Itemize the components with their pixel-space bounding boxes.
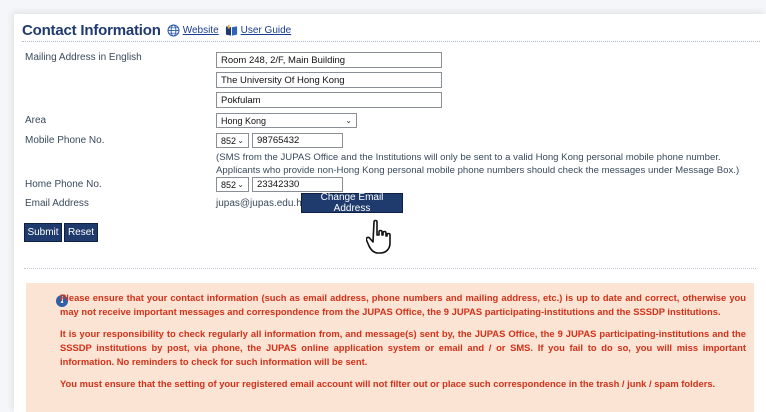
home-code-value: 852: [221, 179, 237, 190]
submit-button[interactable]: Submit: [25, 224, 61, 241]
mobile-number-input[interactable]: [252, 133, 343, 148]
email-address-label: Email Address: [25, 198, 89, 209]
mobile-phone-label: Mobile Phone No.: [25, 135, 105, 146]
user-guide-link[interactable]: User Guide: [225, 24, 292, 37]
area-select[interactable]: Hong Kong ⌄: [216, 113, 357, 128]
home-phone-label: Home Phone No.: [25, 179, 102, 190]
hand-pointer-icon: [365, 219, 406, 260]
home-country-code-select[interactable]: 852 ⌄: [216, 177, 249, 192]
page-title: Contact Information: [22, 22, 161, 39]
address-line-2-input[interactable]: [216, 72, 442, 88]
address-line-1-input[interactable]: [216, 52, 442, 68]
section-divider: [24, 268, 756, 269]
website-link-label: Website: [182, 25, 219, 36]
website-link[interactable]: Website: [167, 24, 219, 37]
book-icon: [225, 24, 238, 37]
section-header: Contact Information Website User Guide: [22, 22, 291, 39]
header-divider: [22, 41, 760, 42]
mailing-address-label: Mailing Address in English: [25, 52, 142, 63]
email-address-value: jupas@jupas.edu.hk: [216, 198, 307, 209]
user-guide-link-label: User Guide: [240, 25, 292, 36]
notice-paragraph-3: You must ensure that the setting of your…: [60, 378, 716, 389]
mobile-code-value: 852: [221, 135, 237, 146]
chevron-down-icon: ⌄: [237, 180, 244, 189]
notice-paragraph-1: Please ensure that your contact informat…: [60, 292, 746, 317]
notice-text: Please ensure that your contact informat…: [60, 291, 746, 399]
chevron-down-icon: ⌄: [237, 136, 244, 145]
home-number-input[interactable]: [252, 177, 343, 192]
mobile-phone-note: (SMS from the JUPAS Office and the Insti…: [216, 152, 740, 176]
notice-box: i Please ensure that your contact inform…: [26, 283, 754, 412]
reset-button[interactable]: Reset: [65, 224, 97, 241]
area-select-value: Hong Kong: [221, 115, 267, 126]
globe-icon: [167, 24, 180, 37]
address-line-3-input[interactable]: [216, 92, 442, 108]
area-label: Area: [25, 115, 47, 126]
contact-info-panel: Contact Information Website User Guide M…: [14, 14, 766, 412]
change-email-button[interactable]: Change Email Address: [302, 192, 402, 214]
notice-paragraph-2: It is your responsibility to check regul…: [60, 328, 746, 367]
mobile-country-code-select[interactable]: 852 ⌄: [216, 133, 249, 148]
chevron-down-icon: ⌄: [345, 116, 352, 125]
